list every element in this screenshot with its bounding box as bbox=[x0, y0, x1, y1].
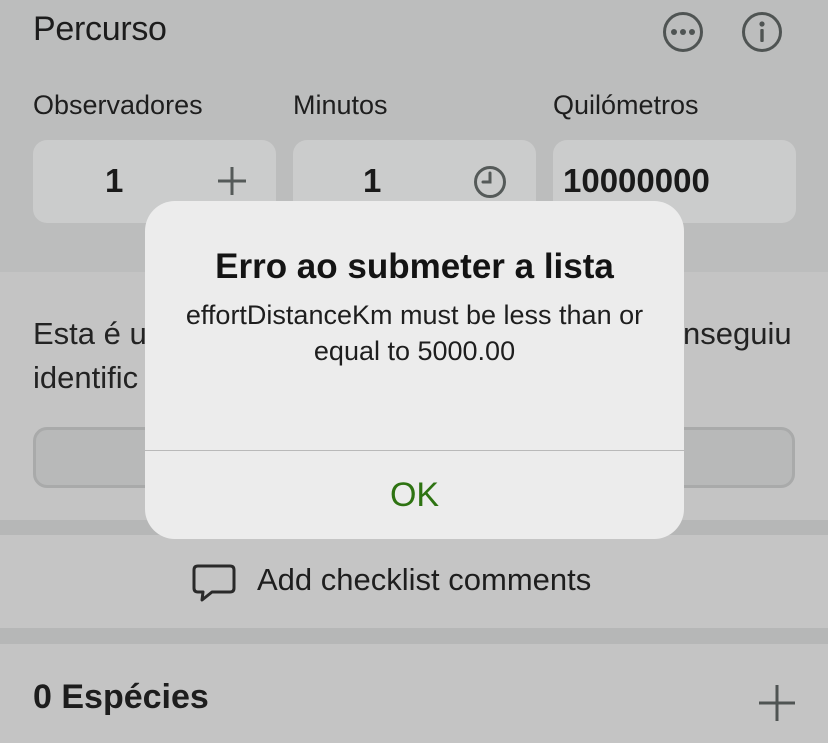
error-alert-dialog: Erro ao submeter a lista effortDistanceK… bbox=[145, 201, 684, 539]
alert-message: effortDistanceKm must be less than or eq… bbox=[185, 300, 644, 366]
middle-text-line1-left: Esta é u bbox=[33, 316, 147, 351]
section-divider bbox=[0, 628, 828, 644]
info-button[interactable] bbox=[742, 12, 782, 52]
add-comments-label: Add checklist comments bbox=[257, 562, 592, 597]
minutes-value: 1 bbox=[363, 162, 382, 199]
kilometers-value: 10000000 bbox=[563, 162, 710, 199]
alert-ok-button[interactable]: OK bbox=[145, 451, 684, 539]
minutes-label: Minutos bbox=[293, 90, 388, 120]
observers-value: 1 bbox=[105, 162, 124, 199]
alert-title: Erro ao submeter a lista bbox=[215, 247, 614, 286]
add-comments-row[interactable]: Add checklist comments bbox=[0, 535, 828, 628]
clock-icon[interactable] bbox=[473, 165, 507, 199]
middle-text-line2-left: identific bbox=[33, 360, 139, 395]
middle-text-line1-right: nseguiu bbox=[683, 316, 792, 351]
add-species-plus-icon[interactable] bbox=[758, 684, 796, 722]
observers-label: Observadores bbox=[33, 90, 203, 120]
kilometers-label: Quilómetros bbox=[553, 90, 699, 120]
species-count-title: 0 Espécies bbox=[33, 678, 209, 716]
info-icon bbox=[759, 21, 765, 42]
plus-icon[interactable] bbox=[217, 166, 247, 196]
speech-bubble-icon bbox=[192, 564, 236, 602]
page-title: Percurso bbox=[33, 10, 167, 48]
more-options-button[interactable] bbox=[663, 12, 703, 52]
ellipsis-icon bbox=[671, 29, 695, 35]
